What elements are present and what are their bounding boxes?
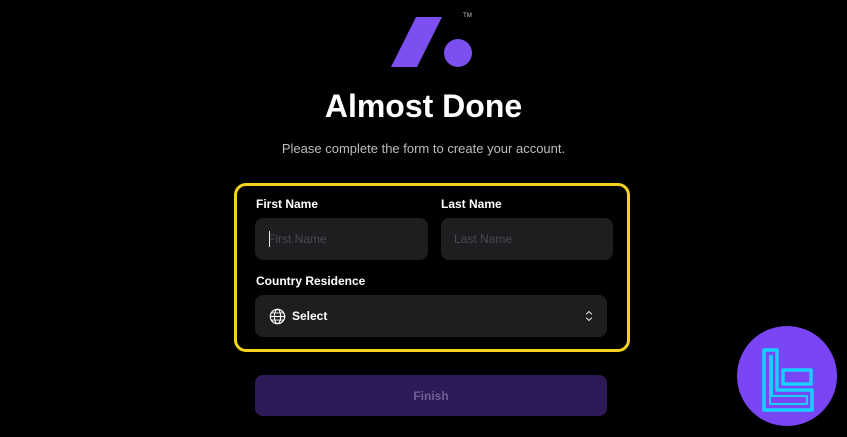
brand-logo-icon xyxy=(391,17,472,67)
tradingfinder-badge-icon xyxy=(737,326,837,426)
chevron-up-down-icon xyxy=(585,310,593,322)
country-select-value: Select xyxy=(292,309,328,323)
last-name-label: Last Name xyxy=(441,197,502,211)
country-select[interactable]: Select xyxy=(255,295,607,337)
signup-page: TM Almost Done Please complete the form … xyxy=(0,0,847,437)
finish-button[interactable]: Finish xyxy=(255,375,607,416)
page-title: Almost Done xyxy=(324,88,523,124)
last-name-field-wrapper xyxy=(441,218,613,260)
first-name-label: First Name xyxy=(256,197,319,211)
trademark-mark: TM xyxy=(463,13,473,19)
first-name-input[interactable] xyxy=(268,218,428,260)
page-subtitle: Please complete the form to create your … xyxy=(281,141,566,156)
country-residence-label: Country Residence xyxy=(256,274,366,288)
last-name-input[interactable] xyxy=(454,218,613,260)
text-cursor xyxy=(269,231,270,247)
globe-icon xyxy=(269,308,286,324)
first-name-field-wrapper xyxy=(255,218,428,260)
